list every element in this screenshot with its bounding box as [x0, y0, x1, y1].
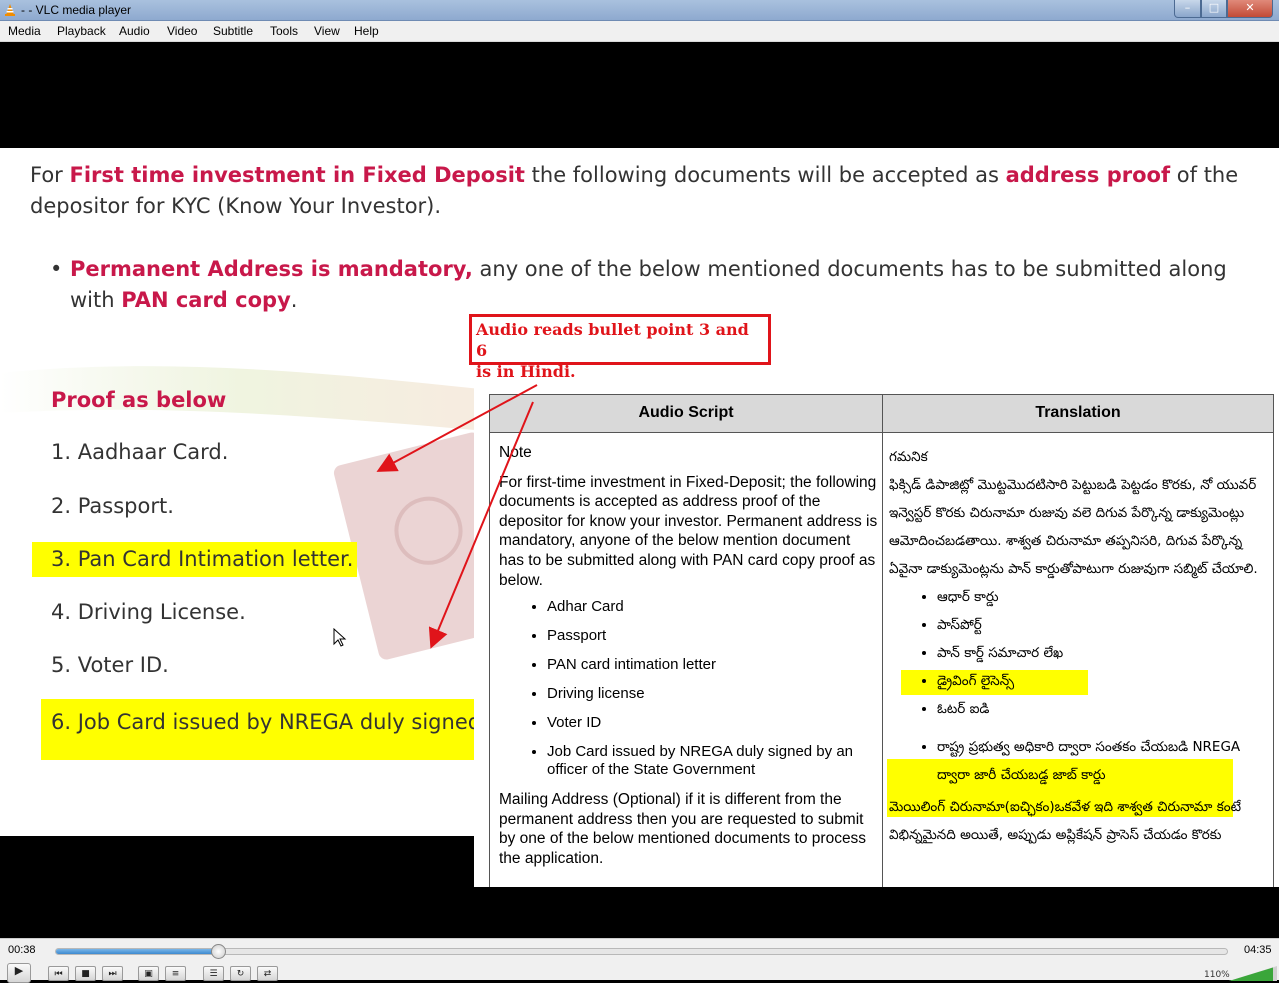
en-item-1: Adhar Card	[547, 598, 879, 616]
te-mailing: మెయిలింగ్ చిరునామా(ఐచ్ఛికం)ఒకవేళ ఇది శాశ…	[889, 799, 1242, 843]
en-item-2: Passport	[547, 627, 879, 645]
menu-playback[interactable]: Playback	[57, 24, 106, 38]
te-item-2: పాస్‌పోర్ట్	[937, 611, 1269, 639]
te-item-6: రాష్ట్ర ప్రభుత్వ అధికారి ద్వారా సంతకం చే…	[937, 733, 1269, 789]
en-item-4: Driving license	[547, 685, 879, 703]
en-paragraph: For first-time investment in Fixed-Depos…	[499, 473, 878, 589]
menu-tools[interactable]: Tools	[270, 24, 298, 38]
header-audio-script: Audio Script	[638, 404, 734, 421]
fullscreen-button[interactable]: ▣	[138, 966, 159, 981]
shuffle-button[interactable]: ⇄	[257, 966, 278, 981]
close-button[interactable]: ✕	[1227, 0, 1273, 18]
menu-bar: Media Playback Audio Video Subtitle Tool…	[0, 21, 1279, 42]
te-note: గమనిక	[889, 449, 928, 465]
te-item-1: ఆధార్ కార్డు	[937, 583, 1269, 611]
translation-cell: గమనిక ఫిక్సిడ్ డిపాజిట్లో మొట్టమొదటిసారి…	[889, 443, 1269, 849]
menu-help[interactable]: Help	[354, 24, 379, 38]
en-list: Adhar Card Passport PAN card intimation …	[547, 598, 879, 779]
menu-media[interactable]: Media	[8, 24, 41, 38]
intro-text-1: For	[30, 163, 70, 187]
total-time: 04:35	[1244, 944, 1272, 956]
minimize-button[interactable]: –	[1174, 0, 1201, 18]
extended-settings-button[interactable]: ≡	[165, 966, 186, 981]
stop-button[interactable]: ■	[75, 966, 96, 981]
proof-heading: Proof as below	[51, 388, 227, 412]
window-title: - - VLC media player	[21, 3, 132, 17]
loop-button[interactable]: ↻	[230, 966, 251, 981]
fullscreen-icon: ▣	[144, 969, 153, 979]
bullet-highlight-pan: PAN card copy	[121, 288, 291, 312]
maximize-button[interactable]: □	[1201, 0, 1227, 18]
bullet-period: .	[290, 288, 298, 312]
title-bar: - - VLC media player – □ ✕	[0, 0, 1279, 21]
script-document: Audio Script Translation Note For first-…	[474, 381, 1279, 887]
menu-subtitle[interactable]: Subtitle	[213, 24, 253, 38]
playlist-icon: ☰	[209, 969, 218, 979]
seek-bar[interactable]	[55, 944, 1228, 959]
intro-highlight-address: address proof	[1005, 163, 1171, 187]
callout-line-1: Audio reads bullet point 3 and 6	[476, 320, 749, 360]
previous-button[interactable]: ⏮	[48, 966, 69, 981]
te-item-5: ఓటర్ ఐడి	[937, 695, 1269, 723]
proof-item-5: 5. Voter ID.	[51, 653, 169, 677]
volume-slider[interactable]	[1229, 966, 1277, 981]
menu-audio[interactable]: Audio	[119, 24, 150, 38]
extended-settings-icon: ≡	[171, 969, 180, 979]
te-paragraph: ఫిక్సిడ్ డిపాజిట్లో మొట్టమొదటిసారి పెట్ట…	[889, 477, 1258, 577]
te-item-4: డ్రైవింగ్ లైసెన్స్	[937, 667, 1269, 695]
te-list: ఆధార్ కార్డు పాస్‌పోర్ట్ పాన్ కార్డ్ సమా…	[937, 583, 1269, 789]
annotation-callout: Audio reads bullet point 3 and 6 is in H…	[469, 314, 771, 381]
playlist-button[interactable]: ☰	[203, 966, 224, 981]
slide-intro-text: For First time investment in Fixed Depos…	[30, 160, 1250, 222]
callout-line-2: is in Hindi.	[476, 362, 576, 381]
en-item-3: PAN card intimation letter	[547, 656, 879, 674]
play-button[interactable]: ▶	[7, 963, 31, 983]
en-note: Note	[499, 444, 532, 461]
intro-highlight-fd: First time investment in Fixed Deposit	[69, 163, 525, 187]
next-icon: ⏭	[108, 969, 117, 979]
elapsed-time: 00:38	[8, 944, 36, 956]
stop-icon: ■	[81, 969, 90, 979]
audio-script-cell: Note For first-time investment in Fixed-…	[499, 443, 879, 877]
en-item-5: Voter ID	[547, 714, 879, 732]
seek-handle[interactable]	[210, 944, 226, 959]
loop-icon: ↻	[236, 969, 245, 979]
proof-item-3: 3. Pan Card Intimation letter.	[51, 547, 354, 571]
mouse-cursor-icon	[333, 628, 347, 647]
vlc-cone-icon	[5, 4, 15, 16]
en-item-6: Job Card issued by NREGA duly signed by …	[547, 743, 879, 779]
te-item-3: పాన్ కార్డ్ సమాచార లేఖ	[937, 639, 1269, 667]
en-mailing: Mailing Address (Optional) if it is diff…	[499, 791, 867, 867]
seek-progress	[56, 949, 218, 954]
shuffle-icon: ⇄	[263, 969, 272, 979]
proof-item-1: 1. Aadhaar Card.	[51, 440, 229, 464]
bullet-dot: •	[50, 257, 63, 281]
menu-video[interactable]: Video	[167, 24, 197, 38]
proof-item-2: 2. Passport.	[51, 494, 174, 518]
play-icon: ▶	[14, 964, 24, 977]
player-controls: 00:38 04:35 ▶ ⏮ ■ ⏭ ▣ ≡ ☰ ↻ ⇄ 110%	[0, 938, 1279, 983]
bullet-highlight-mandatory: Permanent Address is mandatory,	[70, 257, 473, 281]
video-area[interactable]: For First time investment in Fixed Depos…	[0, 42, 1279, 938]
proof-item-6: 6. Job Card issued by NREGA duly signed	[51, 710, 482, 734]
menu-view[interactable]: View	[314, 24, 340, 38]
previous-icon: ⏮	[54, 969, 63, 979]
intro-text-2: the following documents will be accepted…	[524, 163, 1006, 187]
header-translation: Translation	[1035, 404, 1121, 421]
proof-item-4: 4. Driving License.	[51, 600, 246, 624]
slide-bullet: • Permanent Address is mandatory, any on…	[50, 254, 1240, 316]
next-button[interactable]: ⏭	[102, 966, 123, 981]
volume-level: 110%	[1204, 970, 1230, 980]
